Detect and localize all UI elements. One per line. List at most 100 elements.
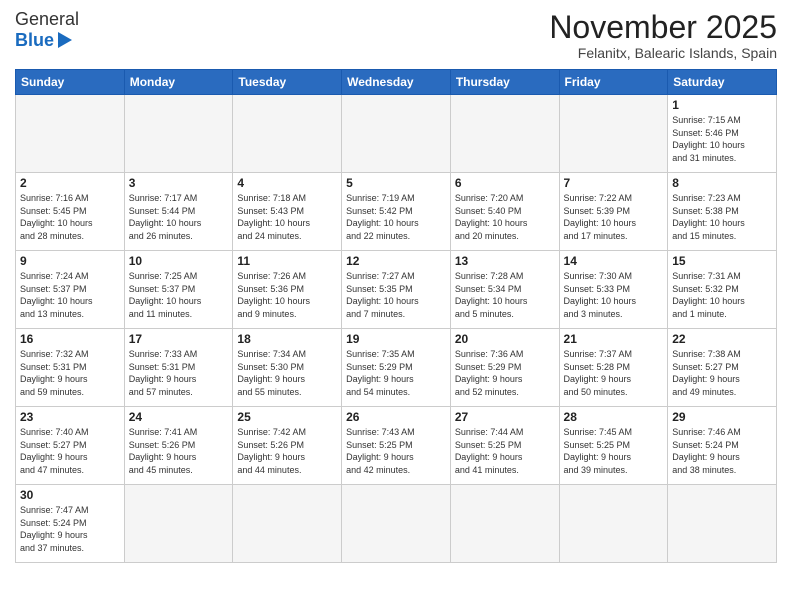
calendar-cell xyxy=(233,485,342,563)
day-info: Sunrise: 7:41 AM Sunset: 5:26 PM Dayligh… xyxy=(129,426,229,476)
calendar-cell: 13Sunrise: 7:28 AM Sunset: 5:34 PM Dayli… xyxy=(450,251,559,329)
day-info: Sunrise: 7:30 AM Sunset: 5:33 PM Dayligh… xyxy=(564,270,664,320)
day-number: 18 xyxy=(237,332,337,346)
day-number: 2 xyxy=(20,176,120,190)
calendar-cell: 6Sunrise: 7:20 AM Sunset: 5:40 PM Daylig… xyxy=(450,173,559,251)
day-info: Sunrise: 7:18 AM Sunset: 5:43 PM Dayligh… xyxy=(237,192,337,242)
calendar-header-tuesday: Tuesday xyxy=(233,70,342,95)
day-number: 20 xyxy=(455,332,555,346)
day-number: 10 xyxy=(129,254,229,268)
day-number: 15 xyxy=(672,254,772,268)
calendar-cell: 2 Sunrise: 7:16 AM Sunset: 5:45 PM Daylig… xyxy=(16,173,125,251)
calendar-cell xyxy=(668,485,777,563)
day-number: 11 xyxy=(237,254,337,268)
day-info: Sunrise: 7:33 AM Sunset: 5:31 PM Dayligh… xyxy=(129,348,229,398)
calendar-header-sunday: Sunday xyxy=(16,70,125,95)
logo-general: General xyxy=(15,9,79,29)
calendar-cell xyxy=(233,95,342,173)
day-number: 16 xyxy=(20,332,120,346)
calendar-week-row: 23 Sunrise: 7:40 AM Sunset: 5:27 PM Dayli… xyxy=(16,407,777,485)
day-number: 8 xyxy=(672,176,772,190)
calendar-cell xyxy=(559,485,668,563)
calendar-cell: 30Sunrise: 7:47 AM Sunset: 5:24 PM Dayli… xyxy=(16,485,125,563)
calendar-week-row: 2 Sunrise: 7:16 AM Sunset: 5:45 PM Daylig… xyxy=(16,173,777,251)
day-number: 30 xyxy=(20,488,120,502)
calendar-cell: 3Sunrise: 7:17 AM Sunset: 5:44 PM Daylig… xyxy=(124,173,233,251)
day-info: Sunrise: 7:40 AM Sunset: 5:27 PM Dayligh… xyxy=(20,426,120,476)
day-info: Sunrise: 7:37 AM Sunset: 5:28 PM Dayligh… xyxy=(564,348,664,398)
calendar-header-saturday: Saturday xyxy=(668,70,777,95)
day-info: Sunrise: 7:28 AM Sunset: 5:34 PM Dayligh… xyxy=(455,270,555,320)
calendar-cell: 26Sunrise: 7:43 AM Sunset: 5:25 PM Dayli… xyxy=(342,407,451,485)
calendar-cell: 28 Sunrise: 7:45 AM Sunset: 5:25 PM Dayli… xyxy=(559,407,668,485)
day-number: 19 xyxy=(346,332,446,346)
logo: General Blue xyxy=(15,10,79,51)
calendar-cell: 5 Sunrise: 7:19 AM Sunset: 5:42 PM Daylig… xyxy=(342,173,451,251)
day-number: 5 xyxy=(346,176,446,190)
calendar-cell: 24 Sunrise: 7:41 AM Sunset: 5:26 PM Dayli… xyxy=(124,407,233,485)
calendar-cell: 16 Sunrise: 7:32 AM Sunset: 5:31 PM Dayli… xyxy=(16,329,125,407)
month-title: November 2025 xyxy=(549,10,777,45)
day-info: Sunrise: 7:22 AM Sunset: 5:39 PM Dayligh… xyxy=(564,192,664,242)
day-info: Sunrise: 7:45 AM Sunset: 5:25 PM Dayligh… xyxy=(564,426,664,476)
calendar-week-row: 1Sunrise: 7:15 AM Sunset: 5:46 PM Daylig… xyxy=(16,95,777,173)
calendar-cell: 14Sunrise: 7:30 AM Sunset: 5:33 PM Dayli… xyxy=(559,251,668,329)
day-info: Sunrise: 7:15 AM Sunset: 5:46 PM Dayligh… xyxy=(672,114,772,164)
calendar-cell xyxy=(342,485,451,563)
day-number: 3 xyxy=(129,176,229,190)
header: General Blue November 2025 Felanitx, Bal… xyxy=(15,10,777,61)
day-number: 25 xyxy=(237,410,337,424)
day-info: Sunrise: 7:34 AM Sunset: 5:30 PM Dayligh… xyxy=(237,348,337,398)
calendar-cell: 21 Sunrise: 7:37 AM Sunset: 5:28 PM Dayli… xyxy=(559,329,668,407)
day-info: Sunrise: 7:24 AM Sunset: 5:37 PM Dayligh… xyxy=(20,270,120,320)
calendar-cell xyxy=(124,95,233,173)
day-info: Sunrise: 7:42 AM Sunset: 5:26 PM Dayligh… xyxy=(237,426,337,476)
day-info: Sunrise: 7:26 AM Sunset: 5:36 PM Dayligh… xyxy=(237,270,337,320)
calendar-cell: 4 Sunrise: 7:18 AM Sunset: 5:43 PM Daylig… xyxy=(233,173,342,251)
calendar-cell: 11 Sunrise: 7:26 AM Sunset: 5:36 PM Dayli… xyxy=(233,251,342,329)
day-info: Sunrise: 7:25 AM Sunset: 5:37 PM Dayligh… xyxy=(129,270,229,320)
day-info: Sunrise: 7:36 AM Sunset: 5:29 PM Dayligh… xyxy=(455,348,555,398)
day-number: 23 xyxy=(20,410,120,424)
calendar-cell: 1Sunrise: 7:15 AM Sunset: 5:46 PM Daylig… xyxy=(668,95,777,173)
day-info: Sunrise: 7:32 AM Sunset: 5:31 PM Dayligh… xyxy=(20,348,120,398)
calendar-table: SundayMondayTuesdayWednesdayThursdayFrid… xyxy=(15,69,777,563)
day-info: Sunrise: 7:38 AM Sunset: 5:27 PM Dayligh… xyxy=(672,348,772,398)
calendar-cell: 18 Sunrise: 7:34 AM Sunset: 5:30 PM Dayli… xyxy=(233,329,342,407)
calendar-cell xyxy=(450,485,559,563)
location: Felanitx, Balearic Islands, Spain xyxy=(549,45,777,61)
day-info: Sunrise: 7:20 AM Sunset: 5:40 PM Dayligh… xyxy=(455,192,555,242)
calendar-cell xyxy=(16,95,125,173)
calendar-cell: 12 Sunrise: 7:27 AM Sunset: 5:35 PM Dayli… xyxy=(342,251,451,329)
day-number: 28 xyxy=(564,410,664,424)
calendar-cell: 27 Sunrise: 7:44 AM Sunset: 5:25 PM Dayli… xyxy=(450,407,559,485)
calendar-header-monday: Monday xyxy=(124,70,233,95)
day-info: Sunrise: 7:31 AM Sunset: 5:32 PM Dayligh… xyxy=(672,270,772,320)
calendar-cell: 19 Sunrise: 7:35 AM Sunset: 5:29 PM Dayli… xyxy=(342,329,451,407)
day-number: 4 xyxy=(237,176,337,190)
day-info: Sunrise: 7:19 AM Sunset: 5:42 PM Dayligh… xyxy=(346,192,446,242)
day-info: Sunrise: 7:35 AM Sunset: 5:29 PM Dayligh… xyxy=(346,348,446,398)
calendar-cell: 8 Sunrise: 7:23 AM Sunset: 5:38 PM Daylig… xyxy=(668,173,777,251)
day-number: 29 xyxy=(672,410,772,424)
day-number: 12 xyxy=(346,254,446,268)
calendar-cell xyxy=(450,95,559,173)
day-number: 17 xyxy=(129,332,229,346)
day-number: 21 xyxy=(564,332,664,346)
day-info: Sunrise: 7:27 AM Sunset: 5:35 PM Dayligh… xyxy=(346,270,446,320)
logo-blue: Blue xyxy=(15,30,54,51)
calendar-cell: 17 Sunrise: 7:33 AM Sunset: 5:31 PM Dayli… xyxy=(124,329,233,407)
day-info: Sunrise: 7:44 AM Sunset: 5:25 PM Dayligh… xyxy=(455,426,555,476)
calendar-week-row: 9 Sunrise: 7:24 AM Sunset: 5:37 PM Daylig… xyxy=(16,251,777,329)
day-info: Sunrise: 7:23 AM Sunset: 5:38 PM Dayligh… xyxy=(672,192,772,242)
calendar-page: General Blue November 2025 Felanitx, Bal… xyxy=(0,0,792,612)
calendar-cell xyxy=(124,485,233,563)
calendar-week-row: 16 Sunrise: 7:32 AM Sunset: 5:31 PM Dayli… xyxy=(16,329,777,407)
calendar-cell: 23 Sunrise: 7:40 AM Sunset: 5:27 PM Dayli… xyxy=(16,407,125,485)
day-number: 7 xyxy=(564,176,664,190)
day-number: 27 xyxy=(455,410,555,424)
day-number: 9 xyxy=(20,254,120,268)
day-number: 24 xyxy=(129,410,229,424)
day-info: Sunrise: 7:16 AM Sunset: 5:45 PM Dayligh… xyxy=(20,192,120,242)
calendar-cell: 25 Sunrise: 7:42 AM Sunset: 5:26 PM Dayli… xyxy=(233,407,342,485)
